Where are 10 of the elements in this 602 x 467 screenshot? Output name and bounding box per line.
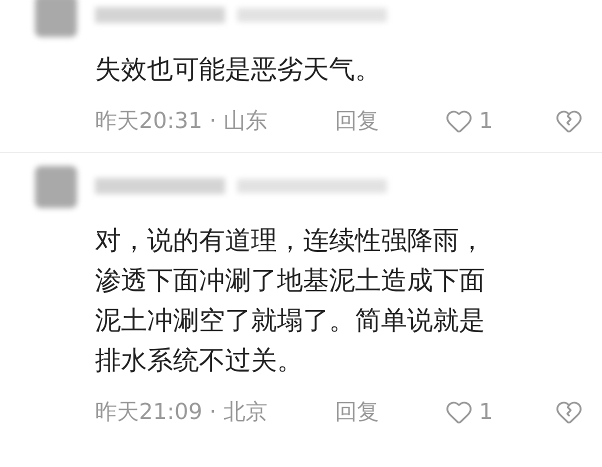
comment-meta: 昨天20:31 · 山东 [95,108,268,136]
comment-text: 对，说的有道理，连续性强降雨，渗透下面冲涮了地基泥土造成下面泥土冲涮空了就塌了。简单说就是排水系统不过关。 [95,225,486,378]
avatar [35,166,77,208]
comment-text: 失效也可能是恶劣天气。 [95,54,382,87]
comment-meta: 昨天21:09 · 北京 [95,398,268,426]
reply-button[interactable]: 回复 [335,104,445,138]
like-count: 1 [479,398,494,426]
like-count: 1 [479,108,494,136]
avatar [35,0,77,37]
reply-button[interactable]: 回复 [335,396,445,428]
